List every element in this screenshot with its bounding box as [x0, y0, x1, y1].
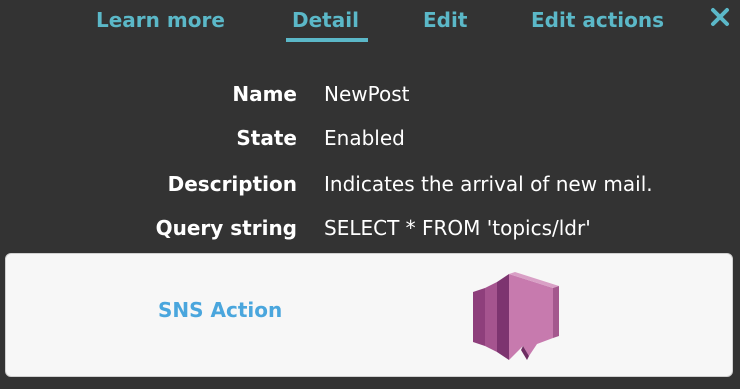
close-icon[interactable]	[708, 5, 732, 29]
query-string-value: SELECT * FROM 'topics/ldr'	[324, 216, 591, 240]
state-value: Enabled	[324, 126, 405, 150]
action-card[interactable]: SNS Action	[5, 253, 733, 377]
tab-edit-actions[interactable]: Edit actions	[531, 6, 664, 34]
description-row: Description Indicates the arrival of new…	[0, 166, 740, 202]
tab-bar: Learn more Detail Edit Edit actions	[0, 0, 740, 44]
name-value: NewPost	[324, 82, 410, 106]
state-row: State Enabled	[0, 120, 740, 156]
description-label: Description	[167, 172, 297, 196]
state-label: State	[236, 126, 297, 150]
sns-action-link[interactable]: SNS Action	[158, 296, 282, 324]
sns-icon	[465, 270, 561, 362]
tab-detail[interactable]: Detail	[292, 6, 359, 34]
name-row: Name NewPost	[0, 76, 740, 112]
description-value: Indicates the arrival of new mail.	[324, 172, 653, 196]
query-string-label: Query string	[155, 216, 297, 240]
query-string-row: Query string SELECT * FROM 'topics/ldr'	[0, 210, 740, 246]
tab-edit[interactable]: Edit	[423, 6, 467, 34]
rule-detail-panel: Learn more Detail Edit Edit actions Name…	[0, 0, 740, 389]
active-tab-indicator	[286, 38, 368, 42]
tab-learn-more[interactable]: Learn more	[96, 6, 225, 34]
name-label: Name	[232, 82, 297, 106]
